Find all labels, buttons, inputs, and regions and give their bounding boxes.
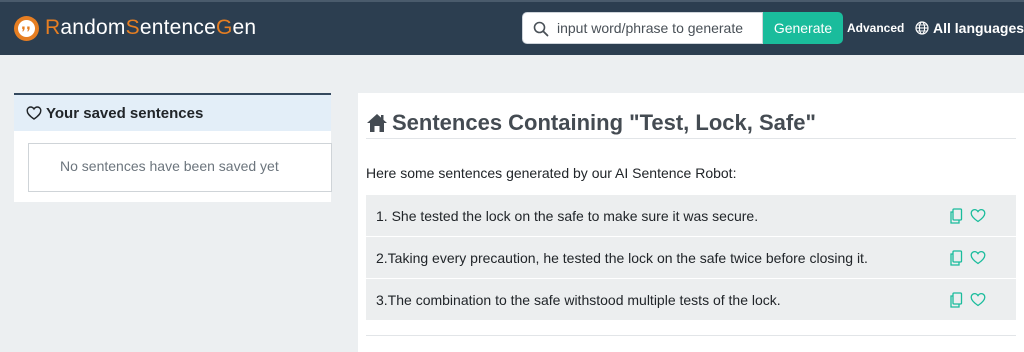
sentence-row: 1. She tested the lock on the safe to ma… (366, 195, 1016, 236)
sentences-panel: Sentences Containing "Test, Lock, Safe" … (358, 93, 1024, 352)
search-input[interactable] (557, 13, 757, 43)
sentence-text: 3.The combination to the safe withstood … (376, 292, 781, 308)
heart-icon (26, 105, 42, 121)
title-divider (366, 138, 1016, 139)
sentence-row: 3.The combination to the safe withstood … (366, 279, 1016, 320)
copy-icon[interactable] (949, 250, 963, 266)
logo-icon (14, 15, 39, 41)
language-label: All languages (933, 20, 1024, 36)
search-icon (533, 21, 549, 42)
home-icon (366, 113, 388, 133)
sentence-row: 2.Taking every precaution, he tested the… (366, 237, 1016, 278)
page-title-text: Sentences Containing "Test, Lock, Safe" (392, 110, 816, 135)
saved-sentences-card: Your saved sentences No sentences have b… (14, 93, 332, 202)
heart-icon[interactable] (970, 208, 986, 223)
page-title: Sentences Containing "Test, Lock, Safe" (366, 108, 816, 138)
heart-icon[interactable] (970, 250, 986, 265)
search-box (522, 12, 763, 44)
generate-button[interactable]: Generate (763, 12, 843, 44)
copy-icon[interactable] (949, 292, 963, 308)
site-logo[interactable]: RandomSentenceGen (14, 14, 256, 42)
sentence-text: 2.Taking every precaution, he tested the… (376, 250, 868, 266)
saved-empty-message: No sentences have been saved yet (28, 143, 332, 192)
top-border (0, 0, 1024, 2)
globe-icon (915, 21, 929, 35)
copy-icon[interactable] (949, 208, 963, 224)
logo-text: RandomSentenceGen (45, 16, 257, 39)
language-selector[interactable]: All languages (915, 19, 1024, 37)
intro-text: Here some sentences generated by our AI … (366, 165, 737, 181)
saved-sentences-title: Your saved sentences (46, 104, 204, 122)
advanced-link[interactable]: Advanced (847, 20, 904, 36)
heart-icon[interactable] (970, 292, 986, 307)
sentence-text: 1. She tested the lock on the safe to ma… (376, 208, 759, 224)
saved-sentences-header[interactable]: Your saved sentences (14, 95, 331, 131)
top-navbar: RandomSentenceGen Generate Advanced All … (0, 0, 1024, 55)
bottom-divider (366, 335, 1016, 336)
